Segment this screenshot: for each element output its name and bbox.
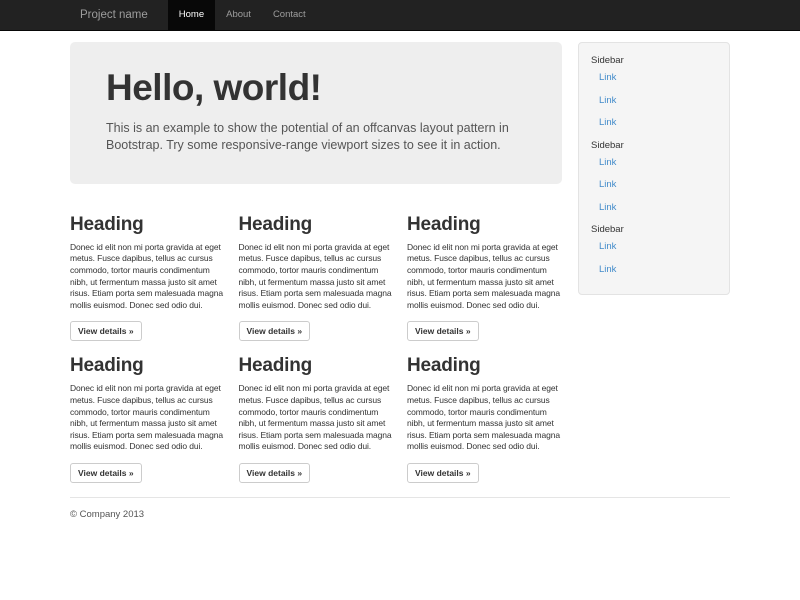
nav-link-about[interactable]: About [215,0,262,30]
card-heading: Heading [239,215,394,236]
nav-item-home: Home [168,0,215,30]
content-card: Heading Donec id elit non mi porta gravi… [407,203,562,341]
view-details-button[interactable]: View details » [239,321,311,341]
navbar: Project name HomeAboutContact [0,0,800,31]
card-body-text: Donec id elit non mi porta gravida at eg… [239,242,394,312]
sidebar-link[interactable]: Link [599,241,717,253]
view-details-button[interactable]: View details » [70,463,142,483]
sidebar-group-title: Sidebar [591,224,717,236]
view-details-button[interactable]: View details » [70,321,142,341]
sidebar-link[interactable]: Link [599,95,717,107]
sidebar-link[interactable]: Link [599,157,717,169]
sidebar-group-title: Sidebar [591,55,717,67]
content-card: Heading Donec id elit non mi porta gravi… [239,203,394,341]
sidebar-link[interactable]: Link [599,117,717,129]
sidebar-link[interactable]: Link [599,264,717,276]
navbar-brand[interactable]: Project name [70,0,158,30]
nav-item-about: About [215,0,262,30]
main-container: Hello, world! This is an example to show… [70,42,730,550]
card-heading: Heading [70,356,225,377]
content-card: Heading Donec id elit non mi porta gravi… [239,344,394,482]
cards-row-1: Heading Donec id elit non mi porta gravi… [70,203,562,341]
nav-item-contact: Contact [262,0,317,30]
card-heading: Heading [407,356,562,377]
footer: © Company 2013 [70,497,730,550]
main-content: Hello, world! This is an example to show… [70,42,562,483]
sidebar-link[interactable]: Link [599,202,717,214]
card-heading: Heading [70,215,225,236]
jumbotron-text: This is an example to show the potential… [106,120,548,156]
footer-copyright: © Company 2013 [70,509,730,520]
sidebar-link[interactable]: Link [599,72,717,84]
card-body-text: Donec id elit non mi porta gravida at eg… [407,383,562,453]
nav-link-home[interactable]: Home [168,0,215,30]
nav-link-contact[interactable]: Contact [262,0,317,30]
sidebar-group: Sidebar Link Link [591,224,717,276]
card-body-text: Donec id elit non mi porta gravida at eg… [239,383,394,453]
cards-row-2: Heading Donec id elit non mi porta gravi… [70,344,562,482]
jumbotron-title: Hello, world! [106,68,546,109]
navbar-menu: HomeAboutContact [168,0,317,30]
card-body-text: Donec id elit non mi porta gravida at eg… [70,383,225,453]
view-details-button[interactable]: View details » [407,321,479,341]
content-card: Heading Donec id elit non mi porta gravi… [407,344,562,482]
content-card: Heading Donec id elit non mi porta gravi… [70,344,225,482]
sidebar-group: Sidebar Link Link Link [591,140,717,214]
navbar-container: Project name HomeAboutContact [70,0,730,30]
view-details-button[interactable]: View details » [239,463,311,483]
card-body-text: Donec id elit non mi porta gravida at eg… [70,242,225,312]
content-row: Hello, world! This is an example to show… [70,42,730,483]
sidebar-group: Sidebar Link Link Link [591,55,717,129]
content-card: Heading Donec id elit non mi porta gravi… [70,203,225,341]
sidebar-well: Sidebar Link Link Link Sidebar Link Link Lin… [578,42,730,295]
card-body-text: Donec id elit non mi porta gravida at eg… [407,242,562,312]
jumbotron: Hello, world! This is an example to show… [70,42,562,184]
sidebar-group-title: Sidebar [591,140,717,152]
page: Project name HomeAboutContact Hello, wor… [0,0,800,600]
card-heading: Heading [239,356,394,377]
card-heading: Heading [407,215,562,236]
sidebar: Sidebar Link Link Link Sidebar Link Link Lin… [578,42,730,295]
sidebar-link[interactable]: Link [599,179,717,191]
view-details-button[interactable]: View details » [407,463,479,483]
